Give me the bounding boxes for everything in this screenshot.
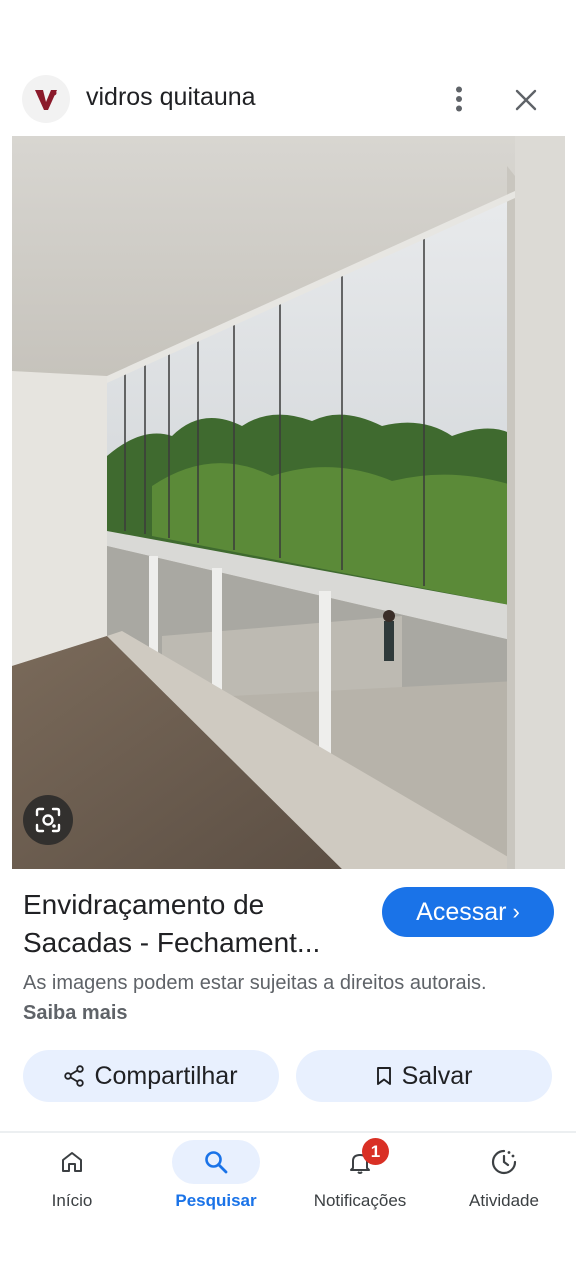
nav-label-home: Início	[51, 1191, 93, 1210]
lens-search-icon	[35, 807, 61, 833]
brand-logo-icon[interactable]	[22, 75, 70, 123]
visit-button[interactable]: Acessar ›	[382, 887, 554, 937]
close-button[interactable]	[506, 80, 546, 120]
result-image[interactable]	[12, 136, 565, 869]
site-name[interactable]: vidros quitauna	[86, 83, 256, 112]
search-icon	[205, 1151, 228, 1174]
result-header: vidros quitauna	[0, 68, 576, 130]
nav-divider	[0, 1131, 576, 1133]
nav-pill-home	[28, 1140, 116, 1184]
bookmark-icon	[376, 1067, 391, 1085]
chevron-right-icon: ›	[512, 899, 520, 924]
copyright-notice: As imagens podem estar sujeitas a direit…	[23, 968, 543, 1028]
bottom-navigation: Início Pesquisar Notificações Atividade	[0, 1134, 576, 1234]
more-vertical-icon	[456, 86, 462, 112]
home-icon	[62, 1152, 82, 1172]
nav-item-search[interactable]: Pesquisar	[144, 1134, 288, 1234]
lens-search-button[interactable]	[23, 795, 73, 845]
more-options-button[interactable]	[440, 80, 478, 118]
share-button[interactable]: Compartilhar	[23, 1050, 279, 1102]
nav-label-activity: Atividade	[469, 1191, 539, 1210]
nav-pill-search	[172, 1140, 260, 1184]
activity-icon	[491, 1149, 517, 1175]
nav-label-search: Pesquisar	[175, 1191, 257, 1210]
result-title-line1: Envidraçamento de	[23, 889, 265, 920]
save-label: Salvar	[401, 1061, 473, 1090]
nav-label-notifications: Notificações	[313, 1191, 407, 1210]
result-title[interactable]: Envidraçamento de Sacadas - Fechament...	[23, 886, 363, 962]
nav-pill-notifications	[316, 1140, 404, 1184]
visit-button-label: Acessar	[416, 897, 507, 926]
share-icon	[64, 1065, 85, 1087]
learn-more-link[interactable]: Saiba mais	[23, 1002, 128, 1024]
result-title-line2: Sacadas - Fechament...	[23, 927, 321, 958]
copyright-text: As imagens podem estar sujeitas a direit…	[23, 972, 487, 994]
nav-pill-activity	[460, 1140, 548, 1184]
nav-item-home[interactable]: Início	[0, 1134, 144, 1234]
nav-item-notifications[interactable]: Notificações	[288, 1134, 432, 1234]
close-icon	[515, 89, 537, 111]
nav-item-activity[interactable]: Atividade	[432, 1134, 576, 1234]
share-label: Compartilhar	[94, 1061, 238, 1090]
save-button[interactable]: Salvar	[296, 1050, 552, 1102]
notification-badge: 1	[362, 1138, 389, 1165]
